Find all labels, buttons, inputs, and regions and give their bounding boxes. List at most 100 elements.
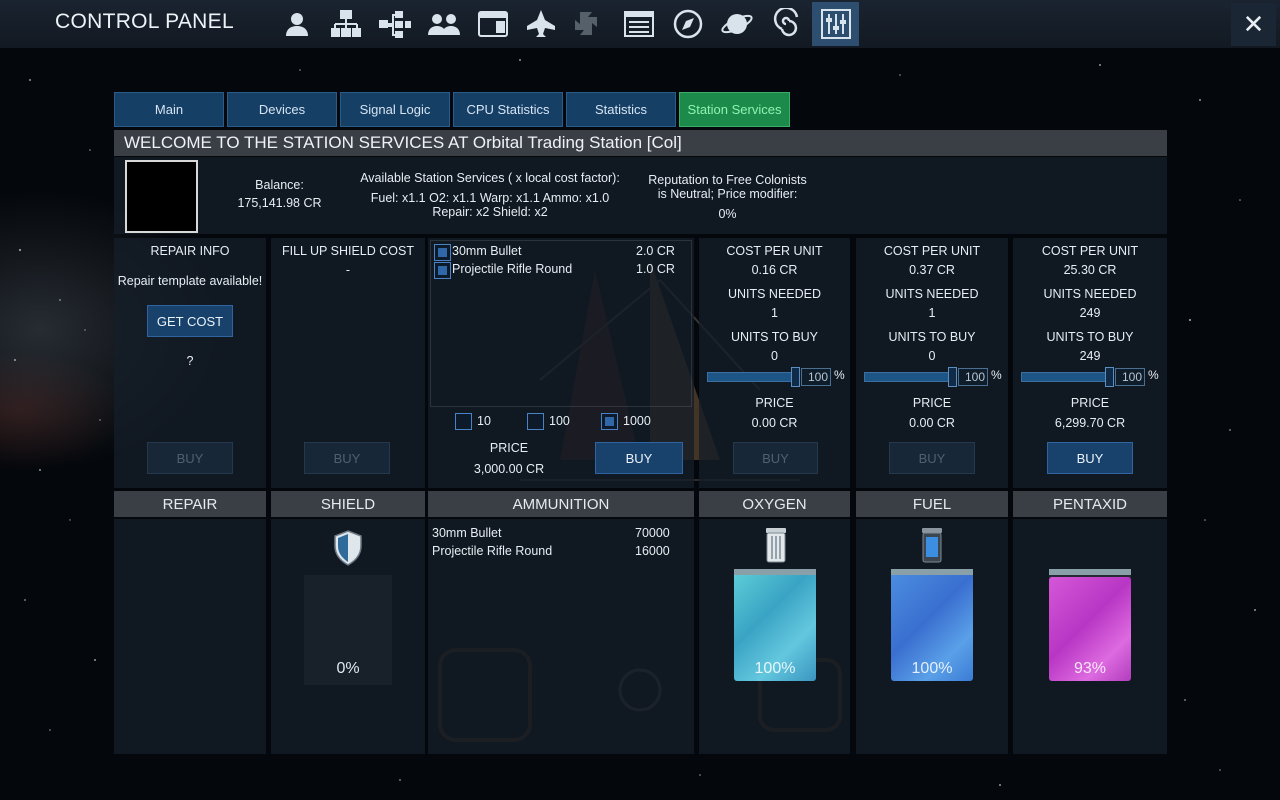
ammo-stock-count: 70000: [635, 526, 670, 540]
repair-status-title: REPAIR: [114, 491, 266, 517]
oxygen-canister-icon: [764, 526, 788, 569]
repair-template-status: Repair template available!: [117, 274, 263, 288]
oxygen-needed-value: 1: [771, 306, 778, 320]
compass-icon[interactable]: [667, 4, 709, 44]
reputation-line1: Reputation to Free Colonists: [648, 173, 807, 187]
balance-label: Balance:: [255, 178, 304, 192]
qty-10-checkbox[interactable]: [455, 413, 472, 430]
fuel-cost-label: COST PER UNIT: [883, 244, 981, 258]
control-panel-icon[interactable]: [812, 2, 859, 46]
repair-info-title: REPAIR INFO: [150, 244, 230, 258]
pentaxid-needed-label: UNITS NEEDED: [1043, 287, 1137, 301]
oxygen-price-label: PRICE: [755, 396, 794, 410]
reputation-value: 0%: [718, 207, 737, 221]
oxygen-slider-value[interactable]: 100: [801, 368, 831, 386]
reputation-line2: is Neutral; Price modifier:: [657, 187, 798, 201]
planet-icon[interactable]: [716, 4, 758, 44]
app-title: CONTROL PANEL: [55, 10, 234, 33]
tree-icon[interactable]: [374, 4, 416, 44]
player-icon[interactable]: [276, 4, 318, 44]
pentaxid-price-label: PRICE: [1070, 396, 1110, 410]
ammunition-status-title: AMMUNITION: [428, 491, 694, 517]
shield-buy-button[interactable]: BUY: [304, 442, 390, 474]
qty-10-label: 10: [477, 414, 491, 428]
fuel-needed-value: 1: [928, 306, 936, 320]
services-title: Available Station Services ( x local cos…: [360, 171, 620, 185]
oxygen-needed-label: UNITS NEEDED: [727, 287, 822, 301]
ammo-list-item[interactable]: 30mm Bullet 2.0 CR: [432, 243, 690, 261]
oxygen-percent-sign: %: [834, 368, 845, 382]
shield-cost-value: -: [345, 263, 351, 277]
tab-statistics[interactable]: Statistics: [566, 92, 676, 127]
fuel-slider-value[interactable]: 100: [958, 368, 988, 386]
fuel-price-label: PRICE: [912, 396, 952, 410]
pentaxid-to-buy-label: UNITS TO BUY: [1046, 330, 1134, 344]
window-icon[interactable]: [472, 4, 514, 44]
fuel-amount-slider[interactable]: 100 %: [864, 367, 1004, 387]
shield-cost-title: FILL UP SHIELD COST: [282, 244, 414, 258]
oxygen-to-buy-value: 0: [771, 349, 778, 363]
shield-level-value: 0%: [336, 660, 360, 677]
shield-icon: [333, 530, 363, 571]
pentaxid-level-value: 93%: [1073, 660, 1107, 677]
ammo-item-checkbox[interactable]: [434, 244, 451, 261]
oxygen-status-title: OXYGEN: [699, 491, 850, 517]
pentaxid-slider-value[interactable]: 100: [1115, 368, 1145, 386]
galaxy-icon[interactable]: [765, 4, 807, 44]
fuel-percent-sign: %: [991, 368, 1002, 382]
qty-1000-label: 1000: [623, 414, 651, 428]
tab-cpu-statistics[interactable]: CPU Statistics: [453, 92, 563, 127]
ammo-list-item[interactable]: Projectile Rifle Round 1.0 CR: [432, 261, 690, 279]
repair-cost: ?: [186, 354, 194, 368]
close-icon: ✕: [1242, 9, 1265, 40]
fuel-status-title: FUEL: [856, 491, 1008, 517]
fuel-level-value: 100%: [911, 660, 953, 677]
oxygen-cost-value: 0.16 CR: [751, 263, 798, 277]
tab-signal-logic[interactable]: Signal Logic: [340, 92, 450, 127]
tab-station-services[interactable]: Station Services: [679, 92, 790, 127]
fuel-buy-button[interactable]: BUY: [889, 442, 975, 474]
crew-icon[interactable]: [423, 4, 465, 44]
pentaxid-amount-slider[interactable]: 100 %: [1021, 367, 1161, 387]
recycle-icon[interactable]: [569, 4, 611, 44]
repair-buy-button[interactable]: BUY: [147, 442, 233, 474]
ammo-item-name: Projectile Rifle Round: [452, 262, 573, 276]
oxygen-amount-slider[interactable]: 100 %: [707, 367, 847, 387]
ammo-item-price: 1.0 CR: [636, 262, 675, 276]
pentaxid-percent-sign: %: [1148, 368, 1159, 382]
pentaxid-cost-label: COST PER UNIT: [1041, 244, 1139, 258]
get-cost-button[interactable]: GET COST: [147, 305, 233, 337]
pentaxid-cost-value: 25.30 CR: [1063, 263, 1117, 277]
ammo-stock-name: Projectile Rifle Round: [432, 544, 553, 558]
station-portrait: [125, 160, 198, 233]
tab-main[interactable]: Main: [114, 92, 224, 127]
tab-devices[interactable]: Devices: [227, 92, 337, 127]
welcome-title: WELCOME TO THE STATION SERVICES AT Orbit…: [114, 130, 1167, 156]
services-factors-2: Repair: x2 Shield: x2: [432, 205, 548, 219]
network-icon[interactable]: [325, 4, 367, 44]
ammo-stock-name: 30mm Bullet: [432, 526, 502, 540]
oxygen-level-value: 100%: [754, 660, 796, 677]
fuel-to-buy-value: 0: [928, 349, 936, 363]
close-button[interactable]: ✕: [1231, 3, 1276, 46]
oxygen-buy-button[interactable]: BUY: [733, 442, 818, 474]
pentaxid-buy-button[interactable]: BUY: [1047, 442, 1133, 474]
fuel-canister-icon: [920, 526, 944, 569]
pentaxid-price-value: 6,299.70 CR: [1054, 416, 1126, 430]
ammo-price-value: 3,000.00 CR: [473, 462, 545, 476]
ammo-item-checkbox[interactable]: [434, 262, 451, 279]
ship-icon[interactable]: [520, 4, 562, 44]
pentaxid-needed-value: 249: [1079, 306, 1101, 320]
qty-1000-checkbox[interactable]: [601, 413, 618, 430]
qty-100-checkbox[interactable]: [527, 413, 544, 430]
fuel-cost-value: 0.37 CR: [909, 263, 955, 277]
ammo-price-label: PRICE: [489, 441, 529, 455]
qty-100-label: 100: [549, 414, 570, 428]
oxygen-to-buy-label: UNITS TO BUY: [730, 330, 819, 344]
ammo-item-name: 30mm Bullet: [452, 244, 522, 258]
shield-status-title: SHIELD: [271, 491, 425, 517]
ammo-item-price: 2.0 CR: [636, 244, 675, 258]
ammo-stock-count: 16000: [635, 544, 670, 558]
ammo-buy-button[interactable]: BUY: [595, 442, 683, 474]
list-icon[interactable]: [618, 4, 660, 44]
